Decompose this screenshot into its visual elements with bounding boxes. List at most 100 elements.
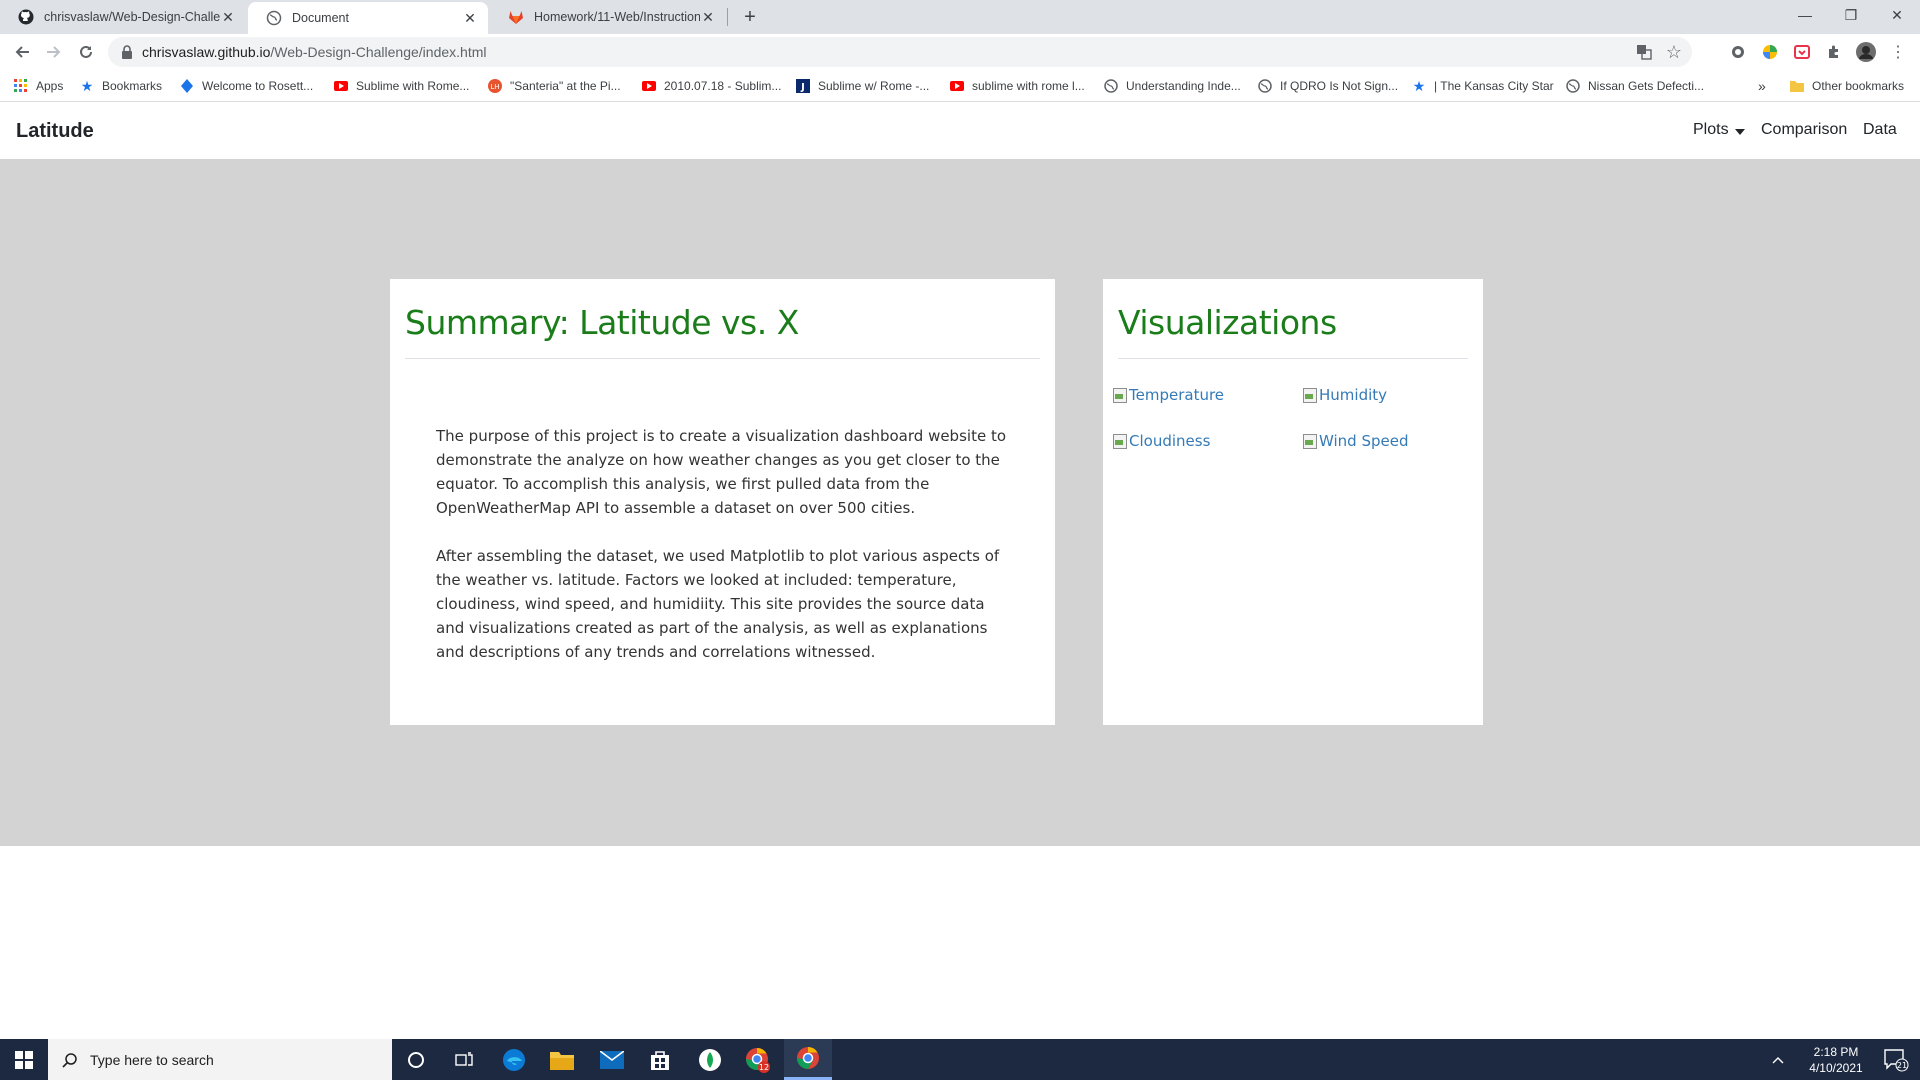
restore-button[interactable]: ❐	[1828, 0, 1874, 30]
rosetta-icon	[180, 79, 194, 93]
bookmark-understanding[interactable]: Understanding Inde...	[1104, 77, 1241, 95]
bookmark-rosetta[interactable]: Welcome to Rosett...	[180, 77, 313, 95]
bookmark-label: Apps	[36, 79, 64, 93]
store-icon[interactable]	[636, 1039, 684, 1080]
chrome-taskbar-icon[interactable]	[784, 1039, 832, 1080]
cortana-icon[interactable]	[392, 1039, 440, 1080]
tab-github[interactable]: chrisvaslaw/Web-Design-Challenge ✕	[0, 0, 246, 34]
new-tab-button[interactable]: +	[738, 5, 762, 29]
bookmark-label: Welcome to Rosett...	[202, 79, 314, 93]
extension-google-icon[interactable]	[1760, 42, 1780, 62]
broken-image-icon	[1112, 433, 1128, 449]
task-view-icon[interactable]	[440, 1039, 488, 1080]
tab-title: Homework/11-Web/Instructions	[534, 10, 700, 24]
close-tab-icon[interactable]: ✕	[700, 9, 716, 25]
bookmark-label: Sublime with Rome...	[356, 79, 470, 93]
site-navbar: Latitude Plots Comparison Data	[0, 103, 1920, 159]
caret-down-icon[interactable]	[1735, 129, 1745, 135]
star-icon: ★	[80, 77, 94, 94]
close-tab-icon[interactable]: ✕	[462, 10, 478, 26]
viz-link-temperature[interactable]: Temperature	[1112, 386, 1224, 404]
taskbar-clock[interactable]: 2:18 PM 4/10/2021	[1800, 1044, 1872, 1076]
url-text: chrisvaslaw.github.io/Web-Design-Challen…	[142, 44, 486, 60]
bookmark-label: If QDRO Is Not Sign...	[1280, 79, 1399, 93]
mail-icon[interactable]	[588, 1039, 636, 1080]
broken-image-icon	[1112, 387, 1128, 403]
windows-taskbar: Type here to search 12 2:18 PM 4/10/2021…	[0, 1039, 1920, 1080]
broken-image-icon	[1302, 433, 1318, 449]
summary-divider	[405, 358, 1040, 359]
bookmark-label: "Santeria" at the Pi...	[510, 79, 621, 93]
nav-comparison[interactable]: Comparison	[1761, 121, 1847, 139]
folder-icon	[1790, 79, 1804, 93]
tab-gitlab[interactable]: Homework/11-Web/Instructions ✕	[490, 0, 726, 34]
extension-pocket-icon[interactable]	[1792, 42, 1812, 62]
extensions-puzzle-icon[interactable]	[1824, 42, 1844, 62]
back-arrow-icon	[15, 46, 29, 58]
taskbar-search-input[interactable]: Type here to search	[48, 1039, 392, 1080]
minimize-button[interactable]: —	[1782, 0, 1828, 30]
profile-avatar[interactable]	[1856, 42, 1876, 62]
bookmark-star-icon[interactable]: ☆	[1666, 42, 1682, 63]
forward-button[interactable]	[40, 38, 68, 66]
bookmark-santeria[interactable]: LH "Santeria" at the Pi...	[488, 77, 621, 95]
clock-time: 2:18 PM	[1813, 1045, 1859, 1059]
j-icon: J	[796, 79, 810, 93]
summary-paragraph-1: The purpose of this project is to create…	[436, 427, 1006, 517]
nav-plots-dropdown[interactable]: Plots	[1693, 121, 1729, 139]
lh-icon: LH	[488, 79, 502, 93]
bookmark-apps[interactable]: Apps	[14, 77, 63, 95]
search-placeholder: Type here to search	[90, 1051, 214, 1068]
leaf-app-icon[interactable]	[686, 1039, 734, 1080]
other-bookmarks[interactable]: Other bookmarks	[1790, 77, 1904, 95]
app-badge-count: 12	[759, 1063, 769, 1072]
svg-text:J: J	[800, 82, 805, 93]
bookmark-label: Sublime w/ Rome -...	[818, 79, 930, 93]
bookmark-kansas-city-star[interactable]: ★ | The Kansas City Star	[1412, 77, 1554, 95]
file-explorer-icon[interactable]	[538, 1039, 586, 1080]
bookmark-2010-sublime[interactable]: 2010.07.18 - Sublim...	[642, 77, 781, 95]
content-background: Summary: Latitude vs. X The purpose of t…	[0, 159, 1920, 846]
tab-separator	[727, 8, 728, 26]
summary-heading: Summary: Latitude vs. X	[405, 303, 799, 342]
viz-link-wind-speed[interactable]: Wind Speed	[1302, 432, 1409, 450]
bookmark-folder-bookmarks[interactable]: ★ Bookmarks	[80, 77, 162, 95]
navbar-brand[interactable]: Latitude	[16, 120, 94, 143]
bookmark-sublime-with-rome-live[interactable]: sublime with rome l...	[950, 77, 1085, 95]
notification-count: 21	[1897, 1061, 1907, 1070]
youtube-icon	[334, 79, 348, 93]
start-button[interactable]	[0, 1039, 48, 1080]
star-icon: ★	[1412, 77, 1426, 94]
viz-link-humidity[interactable]: Humidity	[1302, 386, 1387, 404]
summary-paragraph-2: After assembling the dataset, we used Ma…	[436, 547, 1000, 661]
bookmark-qdro[interactable]: If QDRO Is Not Sign...	[1258, 77, 1398, 95]
translate-icon[interactable]	[1636, 44, 1652, 65]
chrome-profile-badge-icon[interactable]: 12	[734, 1039, 782, 1080]
viz-link-cloudiness[interactable]: Cloudiness	[1112, 432, 1210, 450]
bookmark-sublime-w-rome[interactable]: J Sublime w/ Rome -...	[796, 77, 929, 95]
tab-title: Document	[292, 11, 349, 25]
browser-menu-icon[interactable]: ⋮	[1888, 42, 1908, 62]
tray-chevron-up-icon[interactable]	[1764, 1039, 1792, 1080]
bookmark-sublime-1[interactable]: Sublime with Rome...	[334, 77, 469, 95]
bookmark-nissan[interactable]: Nissan Gets Defecti...	[1566, 77, 1704, 95]
notification-center-icon[interactable]: 21	[1872, 1039, 1920, 1080]
reload-button[interactable]	[72, 38, 100, 66]
edge-icon[interactable]	[490, 1039, 538, 1080]
close-tab-icon[interactable]: ✕	[220, 9, 236, 25]
github-icon	[18, 9, 34, 25]
close-window-button[interactable]: ✕	[1874, 0, 1920, 30]
globe-icon	[1566, 79, 1580, 93]
url-host: chrisvaslaw.github.io	[142, 44, 271, 60]
url-path: /Web-Design-Challenge/index.html	[270, 44, 487, 60]
reload-icon	[80, 45, 92, 58]
visualizations-card: Visualizations Temperature Humidity Clou…	[1103, 279, 1483, 725]
broken-image-icon	[1302, 387, 1318, 403]
back-button[interactable]	[8, 38, 36, 66]
tab-document[interactable]: Document ✕	[248, 2, 488, 34]
extension-circle-icon[interactable]	[1728, 42, 1748, 62]
browser-toolbar: chrisvaslaw.github.io/Web-Design-Challen…	[0, 34, 1920, 70]
address-bar[interactable]: chrisvaslaw.github.io/Web-Design-Challen…	[108, 37, 1692, 67]
bookmarks-overflow-button[interactable]: »	[1758, 77, 1766, 95]
nav-data[interactable]: Data	[1863, 121, 1897, 139]
